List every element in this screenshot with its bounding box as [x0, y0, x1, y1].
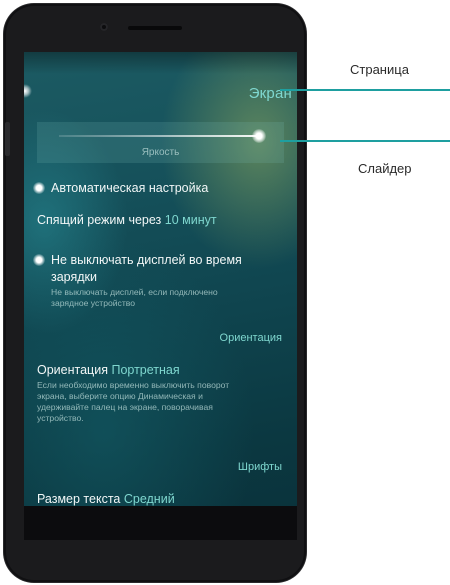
stage: Экран Яркость Автоматическая настройка С…	[0, 0, 450, 585]
auto-adjust-toggle-icon[interactable]	[33, 182, 45, 194]
brightness-slider-track[interactable]	[59, 135, 260, 137]
orientation-desc-2: экрана, выберите опцию Динамическая и	[37, 391, 203, 401]
keep-on-charging-label-2[interactable]: зарядки	[51, 270, 97, 284]
page-callout-label: Страница	[350, 62, 409, 77]
front-camera-icon	[100, 23, 108, 31]
sleep-setting[interactable]: Спящий режим через 10 минут	[37, 213, 217, 227]
brightness-slider-knob[interactable]	[252, 129, 266, 143]
status-bar	[24, 52, 297, 74]
phone-screen: Экран Яркость Автоматическая настройка С…	[24, 52, 297, 540]
orientation-label: Ориентация	[37, 363, 108, 377]
page-callout-line	[280, 89, 450, 91]
keep-on-charging-desc-1: Не выключать дисплей, если подключено	[51, 287, 218, 297]
keep-on-charging-toggle-icon[interactable]	[33, 254, 45, 266]
orientation-setting[interactable]: Ориентация Портретная	[37, 363, 180, 377]
keep-on-charging-label-1[interactable]: Не выключать дисплей во время	[51, 253, 242, 267]
navigation-bar	[24, 506, 297, 540]
orientation-section-header: Ориентация	[219, 332, 282, 344]
brightness-slider-panel[interactable]: Яркость	[37, 122, 284, 163]
brightness-label: Яркость	[141, 147, 180, 158]
text-size-value[interactable]: Средний	[124, 492, 175, 506]
slider-callout-label: Слайдер	[358, 161, 412, 176]
slider-callout-line	[280, 140, 450, 142]
text-size-setting[interactable]: Размер текста Средний	[37, 492, 175, 506]
volume-button	[5, 122, 10, 156]
text-size-label: Размер текста	[37, 492, 121, 506]
orientation-desc-4: устройство.	[37, 413, 84, 423]
phone-top-bezel	[4, 4, 306, 52]
phone-frame: Экран Яркость Автоматическая настройка С…	[4, 4, 306, 582]
fonts-section-header: Шрифты	[237, 461, 282, 473]
edge-glow-indicator	[24, 84, 32, 98]
earpiece	[128, 26, 182, 30]
sleep-value[interactable]: 10 минут	[165, 213, 217, 227]
sleep-label: Спящий режим через	[37, 213, 162, 227]
orientation-value[interactable]: Портретная	[111, 363, 179, 377]
orientation-desc-3: удерживайте палец на экране, поворачивая	[37, 402, 213, 412]
auto-adjust-label[interactable]: Автоматическая настройка	[51, 181, 208, 195]
orientation-desc-1: Если необходимо временно выключить повор…	[37, 380, 230, 390]
keep-on-charging-desc-2: зарядное устройство	[51, 298, 136, 308]
page-title[interactable]: Экран	[249, 85, 292, 102]
